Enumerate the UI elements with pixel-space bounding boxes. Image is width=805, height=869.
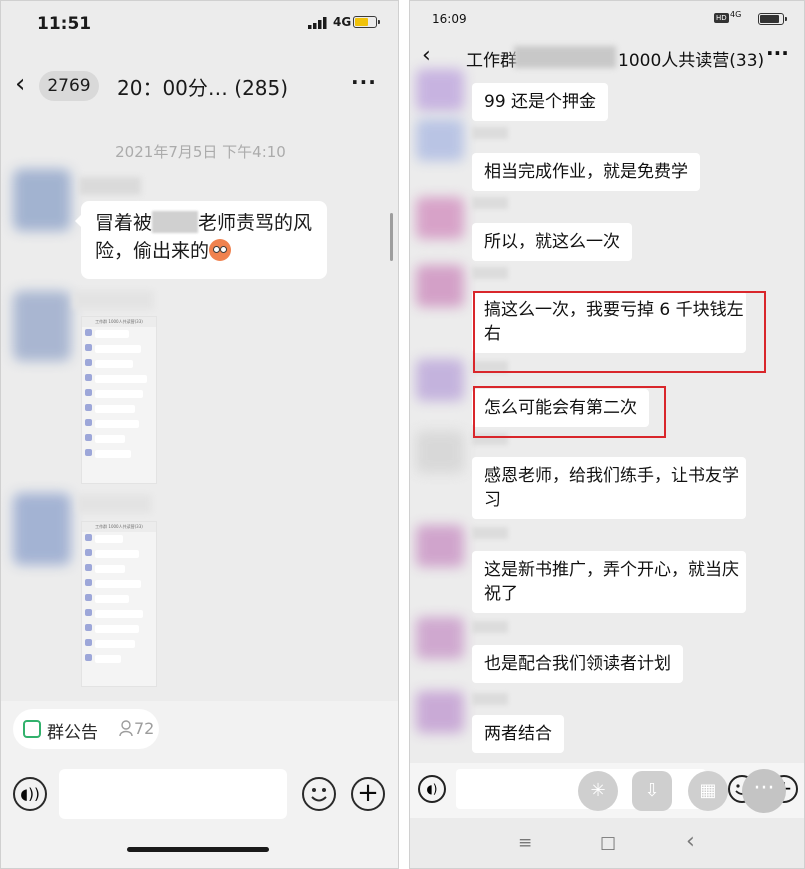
status-bar: 11:51 4G <box>1 1 398 49</box>
status-time: 11:51 <box>37 14 92 34</box>
avatar[interactable] <box>416 431 464 473</box>
pinwheel-icon[interactable]: ✳ <box>578 771 618 811</box>
avatar[interactable] <box>416 617 464 659</box>
back-chevron-icon[interactable]: ‹ <box>422 43 431 68</box>
sender-name <box>73 291 153 309</box>
battery-icon <box>353 16 380 28</box>
chat-title-prefix: 工作群 <box>466 51 517 71</box>
message-text: 冒着被 <box>95 212 153 234</box>
message-text: 相当完成作业，就是免费学 <box>484 162 688 182</box>
more-options-icon[interactable]: ··· <box>766 41 789 65</box>
sender-name <box>472 527 508 539</box>
message-input[interactable] <box>59 769 287 819</box>
avatar[interactable] <box>416 119 464 161</box>
sender-name <box>79 177 141 195</box>
message-text: 祝了 <box>484 584 518 604</box>
avatar[interactable] <box>416 359 464 401</box>
message-text: 习 <box>484 490 501 510</box>
message-bubble[interactable]: 也是配合我们领读者计划 <box>472 645 683 683</box>
menu-icon[interactable]: ≡ <box>518 833 532 853</box>
unread-count-badge[interactable]: 2769 <box>39 71 99 101</box>
message-timestamp: 2021年7月5日 下午4:10 <box>115 143 286 161</box>
chat-header: ‹ 工作群 1000人共读营(33) ··· <box>410 37 804 77</box>
back-chevron-icon[interactable]: ‹ <box>15 71 25 97</box>
avatar[interactable] <box>416 69 464 111</box>
sender-name <box>472 197 508 209</box>
right-phone-screenshot: 16:09 HD 4G ‹ 工作群 1000人共读营(33) ··· 99 还是… <box>409 0 805 869</box>
scrollbar[interactable] <box>390 213 393 261</box>
avatar[interactable] <box>416 265 464 307</box>
avatar[interactable] <box>13 493 71 565</box>
highlight-box <box>473 291 766 373</box>
smile-icon[interactable] <box>302 777 336 811</box>
avatar[interactable] <box>13 169 71 231</box>
message-text: 99 还是个押金 <box>484 92 597 112</box>
announcement-icon <box>23 720 41 738</box>
sender-name <box>472 127 508 139</box>
signal-icon <box>308 17 327 29</box>
home-icon[interactable]: □ <box>600 833 616 853</box>
back-icon[interactable]: ‹ <box>686 829 695 854</box>
network-label: 4G <box>333 15 352 29</box>
voice-icon[interactable]: ◖)) <box>13 777 47 811</box>
home-indicator[interactable] <box>127 847 269 852</box>
more-options-icon[interactable]: ··· <box>351 70 377 94</box>
announcement-label: 群公告 <box>47 723 98 743</box>
avatar[interactable] <box>416 197 464 239</box>
chat-title: 20：00分… (285) <box>117 76 289 100</box>
avatar[interactable] <box>13 291 71 361</box>
censored-name <box>152 211 199 233</box>
grid-icon[interactable]: ▦ <box>688 771 728 811</box>
message-bubble[interactable]: 这是新书推广，弄个开心，就当庆 祝了 <box>472 551 746 613</box>
sender-name <box>472 693 508 705</box>
sender-name <box>472 621 508 633</box>
voice-icon[interactable]: ◖) <box>418 775 446 803</box>
screenshot-image-message[interactable]: 工作群 1000人共读营(33) <box>81 521 157 687</box>
user-icon <box>119 720 133 736</box>
sender-name <box>472 267 508 279</box>
group-announcement-chip[interactable]: 群公告 72 <box>13 709 159 749</box>
system-navigation-bar: ≡ □ ‹ <box>410 818 804 868</box>
sweat-face-emoji-icon <box>209 239 232 261</box>
plus-icon[interactable]: + <box>351 777 385 811</box>
member-count: 72 <box>134 719 155 738</box>
message-text: 感恩老师，给我们练手，让书友学 <box>484 466 739 486</box>
screenshot-image-message[interactable]: 工作群 1000人共读营(33) <box>81 316 157 484</box>
message-text: 这是新书推广，弄个开心，就当庆 <box>484 560 739 580</box>
more-icon[interactable]: ··· <box>742 769 786 813</box>
message-bubble[interactable]: 相当完成作业，就是免费学 <box>472 153 700 191</box>
battery-icon <box>758 13 787 25</box>
message-bubble[interactable]: 冒着被 老师责骂的风险，偷出来的 <box>75 201 327 279</box>
status-bar: 16:09 HD 4G <box>410 1 804 37</box>
censored-title <box>514 46 616 68</box>
chat-input-area: ◖) ✳ ⇩ ▦ + ··· ≡ □ ‹ <box>410 763 804 868</box>
message-bubble[interactable]: 所以，就这么一次 <box>472 223 632 261</box>
message-bubble[interactable]: 两者结合 <box>472 715 564 753</box>
chat-title-suffix: 1000人共读营(33) <box>618 51 765 71</box>
message-text: 也是配合我们领读者计划 <box>484 654 671 674</box>
hd-icon: HD <box>714 13 729 23</box>
highlight-box <box>473 386 666 438</box>
network-label: 4G <box>730 10 742 19</box>
avatar[interactable] <box>416 691 464 733</box>
avatar[interactable] <box>416 525 464 567</box>
message-bubble[interactable]: 99 还是个押金 <box>472 83 609 121</box>
sender-name <box>77 495 151 513</box>
chat-header: ‹ 2769 20：00分… (285) ··· <box>1 59 398 111</box>
message-bubble[interactable]: 感恩老师，给我们练手，让书友学 习 <box>472 457 746 519</box>
left-phone-screenshot: 11:51 4G ‹ 2769 20：00分… (285) ··· 2021年7… <box>0 0 399 869</box>
message-text: 所以，就这么一次 <box>484 232 620 252</box>
download-icon[interactable]: ⇩ <box>632 771 672 811</box>
status-time: 16:09 <box>432 12 467 26</box>
message-text: 两者结合 <box>484 724 552 744</box>
chat-input-area: 群公告 72 ◖)) + <box>1 701 398 868</box>
